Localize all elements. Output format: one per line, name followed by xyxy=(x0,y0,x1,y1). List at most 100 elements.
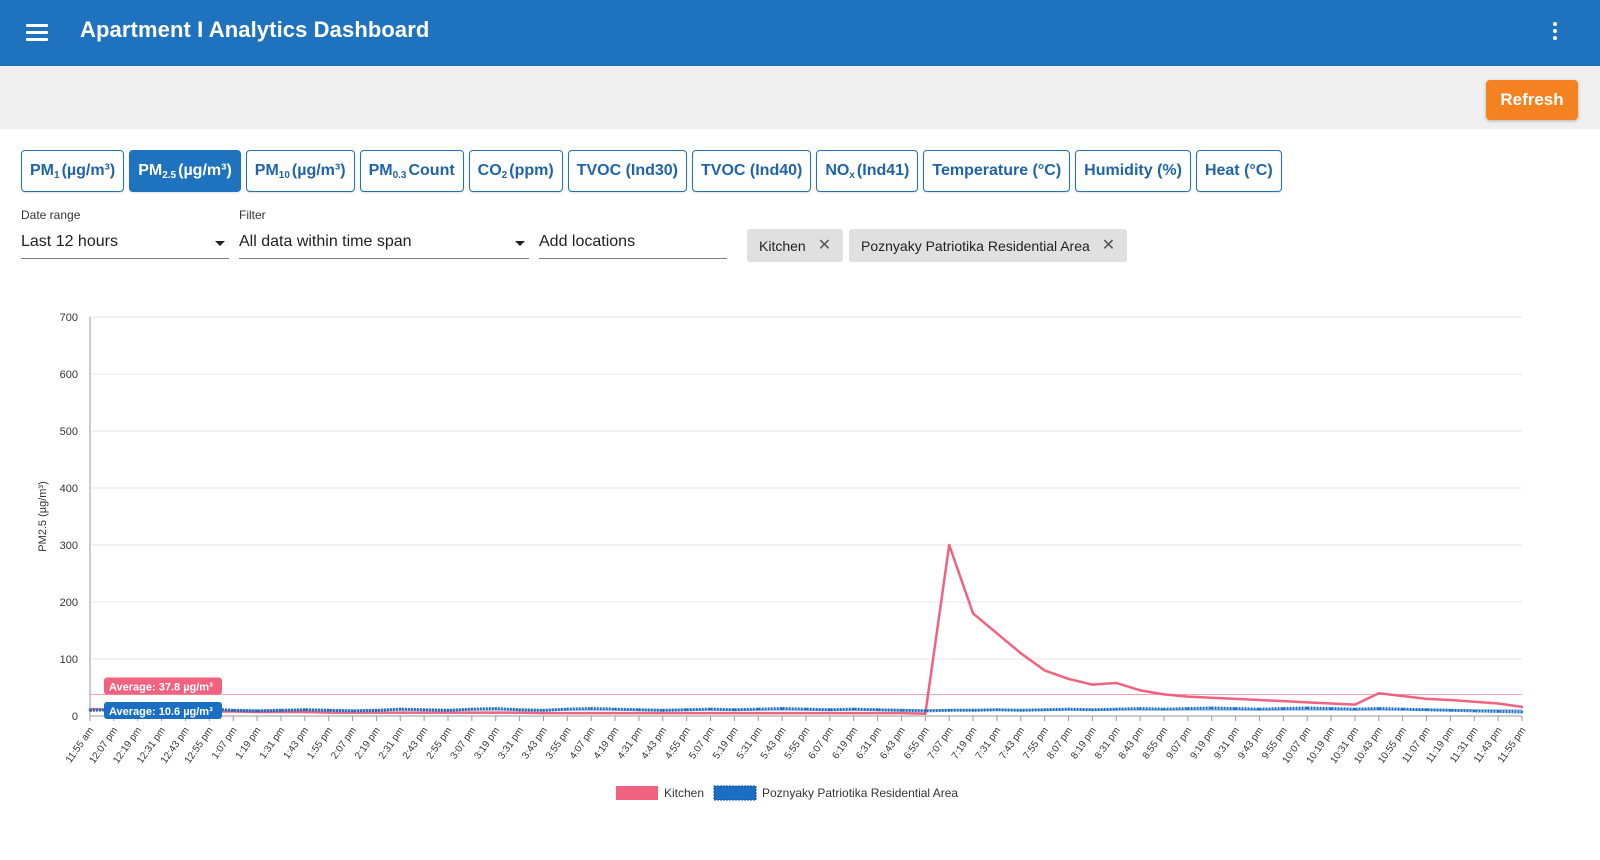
dropdown-arrow-icon[interactable] xyxy=(215,241,225,246)
tab-label-base: TVOC (Ind30) xyxy=(576,162,679,179)
tab-label-base: Heat (°C) xyxy=(1204,162,1273,179)
average-label: Average: 10.6 µg/m³ xyxy=(109,706,213,718)
data-point xyxy=(852,711,855,715)
y-tick-label: 100 xyxy=(60,654,78,666)
data-point xyxy=(590,707,593,710)
y-tick-label: 600 xyxy=(60,369,78,381)
filter-select[interactable]: Filter All data within time span xyxy=(239,208,529,259)
legend-swatch xyxy=(616,786,658,800)
data-point xyxy=(780,707,784,710)
app-title: Apartment I Analytics Dashboard xyxy=(80,17,430,42)
data-point xyxy=(399,707,402,711)
data-point xyxy=(1115,681,1118,685)
data-point xyxy=(924,712,927,715)
data-point xyxy=(637,711,641,715)
data-point xyxy=(1425,697,1428,701)
metric-tab[interactable]: Heat (°C) xyxy=(1195,150,1282,192)
metric-tab[interactable]: CO 2 (ppm) xyxy=(468,150,563,192)
data-point xyxy=(88,709,92,712)
metric-tab[interactable]: PM 10 (µg/m³) xyxy=(245,150,355,192)
data-point xyxy=(1306,706,1309,710)
data-point xyxy=(518,708,521,711)
close-icon[interactable]: ✕ xyxy=(1102,237,1115,254)
y-tick-label: 0 xyxy=(72,711,78,723)
close-icon[interactable]: ✕ xyxy=(818,237,831,254)
data-point xyxy=(1496,702,1500,705)
data-point xyxy=(470,707,474,711)
data-point xyxy=(590,711,593,715)
data-point xyxy=(733,711,736,715)
data-point xyxy=(1210,696,1213,699)
data-point xyxy=(1258,698,1261,702)
legend-label: Kitchen xyxy=(664,786,704,800)
metric-tab[interactable]: NO x (Ind41) xyxy=(816,150,919,192)
data-point xyxy=(757,711,760,715)
metric-tab[interactable]: PM 0.3 Count xyxy=(359,150,464,192)
metric-tab[interactable]: PM 1 (µg/m³) xyxy=(21,150,125,192)
data-point xyxy=(1401,707,1404,711)
tab-label-subscript: 2 xyxy=(501,169,508,181)
data-point xyxy=(1282,707,1285,710)
data-point xyxy=(1019,709,1022,712)
tab-label-unit: (ppm) xyxy=(509,162,554,179)
legend-label: Poznyaky Patriotika Residential Area xyxy=(762,786,958,800)
data-point xyxy=(995,632,999,635)
metric-tab[interactable]: Temperature (°C) xyxy=(923,150,1071,192)
data-point xyxy=(613,711,617,715)
data-point xyxy=(661,709,664,712)
data-point xyxy=(446,709,450,712)
hamburger-menu-icon[interactable] xyxy=(26,20,48,46)
y-tick-label: 200 xyxy=(60,597,78,609)
data-point xyxy=(757,707,760,711)
data-point xyxy=(1210,706,1213,710)
chip-label: Kitchen xyxy=(759,237,806,254)
data-point xyxy=(1115,707,1118,711)
data-point xyxy=(1186,707,1190,710)
average-label: Average: 37.8 µg/m³ xyxy=(109,681,213,693)
data-point xyxy=(1473,709,1476,713)
dropdown-arrow-icon[interactable] xyxy=(515,241,525,246)
metric-tab[interactable]: Humidity (%) xyxy=(1075,150,1191,192)
data-point xyxy=(1329,702,1333,705)
locations-placeholder: Add locations xyxy=(539,233,636,250)
data-point xyxy=(1449,709,1452,712)
data-point xyxy=(661,711,664,715)
data-point xyxy=(1449,698,1452,702)
data-point xyxy=(1473,700,1476,703)
data-point xyxy=(1377,692,1381,695)
refresh-button[interactable]: Refresh xyxy=(1486,80,1578,120)
data-point xyxy=(327,709,330,712)
metric-tab[interactable]: TVOC (Ind30) xyxy=(567,150,688,192)
data-point xyxy=(1138,689,1142,692)
tab-label-subscript: 10 xyxy=(278,169,290,181)
date-range-select[interactable]: Date range Last 12 hours xyxy=(21,208,229,259)
data-point xyxy=(422,711,426,714)
more-vertical-icon[interactable] xyxy=(1552,22,1558,44)
tab-label-base: CO xyxy=(477,162,502,179)
data-point xyxy=(1425,708,1428,711)
data-point xyxy=(351,709,354,713)
data-point xyxy=(494,711,497,714)
metric-tab[interactable]: TVOC (Ind40) xyxy=(692,150,812,192)
tab-label-base: TVOC (Ind40) xyxy=(701,162,803,179)
tab-label-base: Temperature (°C) xyxy=(932,162,1062,179)
data-point xyxy=(1282,699,1285,703)
data-point xyxy=(852,707,855,711)
y-tick-label: 700 xyxy=(60,312,78,324)
tab-label-base: PM xyxy=(138,162,163,179)
data-point xyxy=(876,711,879,715)
tab-label-base: NO xyxy=(825,162,850,179)
data-point xyxy=(1496,710,1500,713)
data-point xyxy=(900,709,903,712)
data-point xyxy=(685,711,688,715)
locations-input[interactable]: Add locations xyxy=(539,222,727,259)
tab-label-base: PM xyxy=(368,162,393,179)
data-point xyxy=(542,709,545,712)
data-point xyxy=(1138,707,1142,710)
metric-tab[interactable]: PM 2.5 (µg/m³) xyxy=(129,150,241,192)
data-point xyxy=(566,711,569,715)
data-point xyxy=(780,711,784,715)
toolbar: Refresh xyxy=(0,66,1600,129)
data-point xyxy=(971,612,975,615)
data-point xyxy=(1091,708,1094,711)
